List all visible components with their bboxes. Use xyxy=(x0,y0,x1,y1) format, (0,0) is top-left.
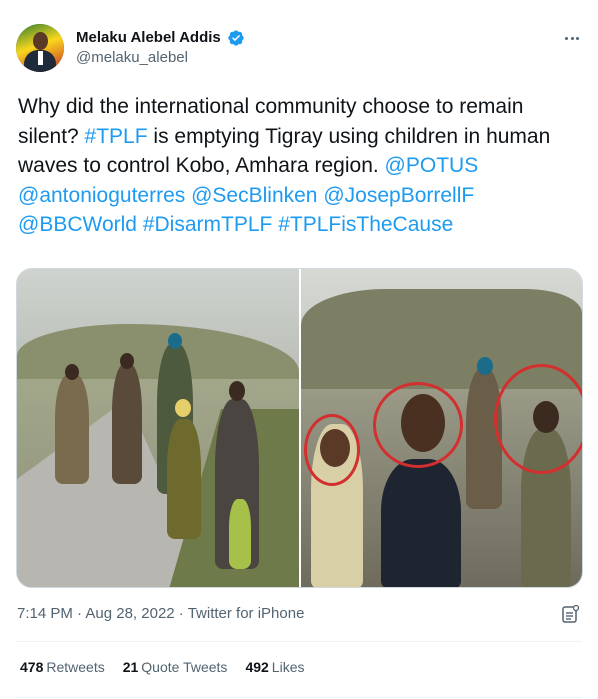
media-grid[interactable] xyxy=(16,268,583,588)
hashtag-link[interactable]: #DisarmTPLF xyxy=(143,213,273,236)
author-info: Melaku Alebel Addis @melaku_alebel xyxy=(76,28,245,68)
tweet-date[interactable]: Aug 28, 2022 xyxy=(85,605,174,622)
highlight-circle xyxy=(373,382,463,468)
divider xyxy=(16,641,582,642)
likes-label: Likes xyxy=(271,659,305,675)
meta-separator: · xyxy=(72,605,86,622)
verified-badge-icon xyxy=(228,30,244,46)
quotes-count: 21 xyxy=(122,659,139,675)
hashtag-link[interactable]: #TPLFisTheCause xyxy=(278,213,453,236)
highlight-circle xyxy=(304,414,360,486)
mention-link[interactable]: @POTUS xyxy=(385,154,479,177)
tweet-meta: 7:14 PM · Aug 28, 2022 · Twitter for iPh… xyxy=(17,604,304,624)
divider xyxy=(16,697,582,698)
author-display-name[interactable]: Melaku Alebel Addis xyxy=(76,28,221,48)
tweet-source[interactable]: Twitter for iPhone xyxy=(188,605,305,622)
tweet-card: Melaku Alebel Addis @melaku_alebel Why d… xyxy=(0,0,598,699)
mention-link[interactable]: @JosepBorrellF xyxy=(323,184,474,207)
mention-link[interactable]: @BBCWorld xyxy=(18,213,137,236)
tweet-photo-left[interactable] xyxy=(17,269,299,587)
likes-count: 492 xyxy=(245,659,269,675)
quotes-label: Quote Tweets xyxy=(141,659,228,675)
quote-tweets-stat[interactable]: 21 Quote Tweets xyxy=(123,657,228,677)
avatar-head xyxy=(33,32,48,50)
tweet-time[interactable]: 7:14 PM xyxy=(17,605,73,622)
retweets-stat[interactable]: 478 Retweets xyxy=(20,657,105,677)
hashtag-link[interactable]: #TPLF xyxy=(85,125,148,148)
tweet-stats: 478 Retweets 21 Quote Tweets 492 Likes xyxy=(20,657,322,677)
author-handle[interactable]: @melaku_alebel xyxy=(76,48,245,68)
retweets-label: Retweets xyxy=(46,659,105,675)
more-options-icon[interactable] xyxy=(562,28,582,48)
meta-separator: · xyxy=(174,605,188,622)
likes-stat[interactable]: 492 Likes xyxy=(245,657,304,677)
highlight-circle xyxy=(494,364,582,474)
avatar-shirt xyxy=(38,51,43,65)
tweet-text: Why did the international community choo… xyxy=(18,92,588,240)
analytics-icon[interactable] xyxy=(562,604,580,624)
retweets-count: 478 xyxy=(20,659,44,675)
avatar[interactable] xyxy=(16,24,64,72)
tweet-photo-right[interactable] xyxy=(301,269,582,587)
mention-link[interactable]: @SecBlinken xyxy=(191,184,317,207)
mention-link[interactable]: @antonioguterres xyxy=(18,184,185,207)
